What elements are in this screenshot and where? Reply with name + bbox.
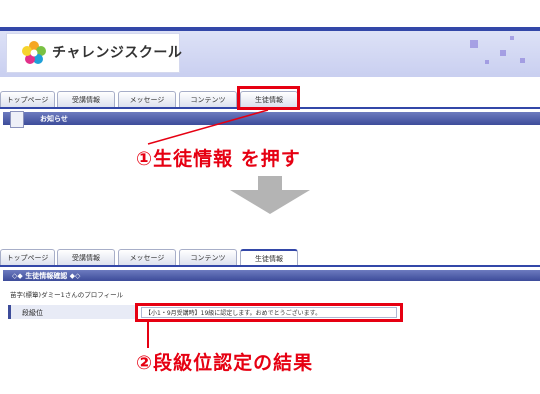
highlight-grade-result xyxy=(135,303,403,322)
logo-text: チャレンジスクール xyxy=(52,45,183,61)
flower-logo-icon xyxy=(22,41,46,64)
tab-contents[interactable]: コンテンツ xyxy=(179,91,237,107)
bottom-tab-underline xyxy=(0,265,540,267)
section-title: ◇◆ 生徒情報確認 ◆◇ xyxy=(12,272,81,280)
step2-connector xyxy=(147,322,149,348)
step1-connector xyxy=(147,109,269,145)
tab-top-page[interactable]: トップページ xyxy=(0,249,55,265)
tab-course-info[interactable]: 受講情報 xyxy=(57,249,115,265)
top-whitespace xyxy=(0,0,540,27)
profile-heading: 苗字(標簞)ダミー1さんのプロフィール xyxy=(10,291,124,299)
notice-bar xyxy=(3,112,540,125)
down-arrow-shaft xyxy=(258,176,282,190)
bottom-tab-bar: トップページ 受講情報 メッセージ コンテンツ 生徒情報 xyxy=(0,249,540,266)
header-accent-bar xyxy=(0,27,540,31)
step1-label: ①生徒情報 を押す xyxy=(136,148,301,170)
student-info-confirm-bar xyxy=(3,270,540,281)
tab-contents[interactable]: コンテンツ xyxy=(179,249,237,265)
tab-top-page[interactable]: トップページ xyxy=(0,91,55,107)
down-arrow-icon xyxy=(230,190,310,214)
tab-messages[interactable]: メッセージ xyxy=(118,249,176,265)
notice-label: お知らせ xyxy=(40,115,68,123)
tab-messages[interactable]: メッセージ xyxy=(118,91,176,107)
tab-course-info[interactable]: 受講情報 xyxy=(57,91,115,107)
grade-label: 段級位 xyxy=(22,309,43,317)
step2-label: ②段級位認定の結果 xyxy=(136,352,314,374)
highlight-student-info-tab xyxy=(237,86,300,110)
document-icon xyxy=(10,111,24,128)
tab-student-info[interactable]: 生徒情報 xyxy=(240,249,298,265)
